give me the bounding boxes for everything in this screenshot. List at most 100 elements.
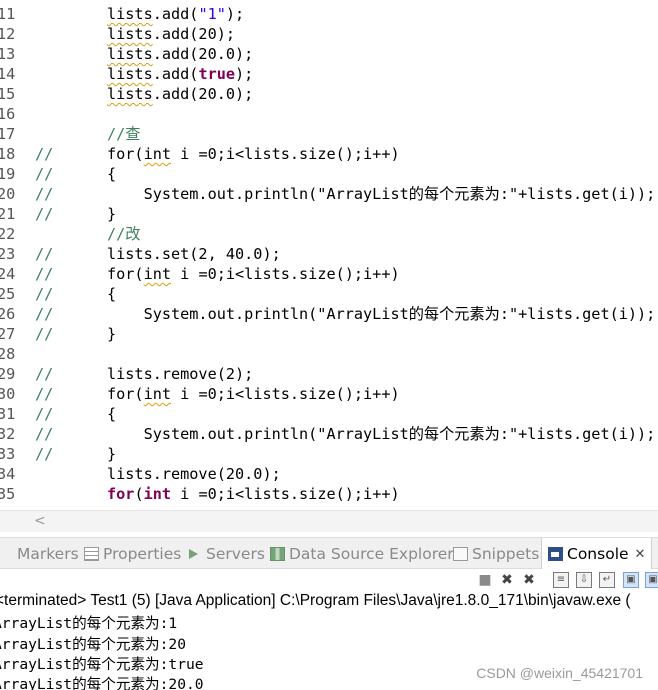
code-line: 23 // lists.set(2, 40.0); (0, 244, 658, 264)
code-line: 30 // for(int i =0;i<lists.size();i++) (0, 384, 658, 404)
code-line: 11 lists.add("1"); (0, 4, 658, 24)
line-comment-prefix: // (35, 365, 54, 383)
code-text: { (107, 284, 116, 304)
code-token: //改 (107, 225, 141, 243)
code-line: 20 // System.out.println("ArrayList的每个元素为… (0, 184, 658, 204)
console-toolbar: ■ ✖ ✖ ≡ ⇩ ↵ ▣ ▣ (0, 569, 658, 591)
code-line: 32 // System.out.println("ArrayList的每个元素为… (0, 424, 658, 444)
code-editor[interactable]: 11 lists.add("1"); 12 lists.add(20); 13 lists… (0, 0, 658, 510)
line-number: 21 (0, 205, 16, 223)
line-comment-prefix: // (35, 165, 54, 183)
show-console-on-error-icon[interactable]: ▣ (645, 572, 658, 588)
code-token: .add( (152, 65, 199, 83)
tab-snippets[interactable]: Snippets (453, 538, 539, 569)
code-line: 12 lists.add(20); (0, 24, 658, 44)
tab-data-source-explorer[interactable]: Data Source Explorer (270, 538, 454, 569)
code-token: for( (107, 145, 144, 163)
word-wrap-icon[interactable]: ↵ (599, 572, 615, 588)
console-output-line: ArrayList的每个元素为:20 (0, 636, 186, 653)
line-number: 33 (0, 445, 16, 463)
code-token: { (107, 285, 117, 303)
tab-markers[interactable]: Markers (0, 538, 79, 569)
line-number: 30 (0, 385, 16, 403)
line-comment-prefix: // (35, 285, 54, 303)
code-line: 25 // { (0, 284, 658, 304)
remove-all-terminated-icon[interactable]: ✖ (521, 572, 537, 588)
terminate-icon[interactable]: ■ (477, 572, 493, 588)
code-line: 19 // { (0, 164, 658, 184)
line-number: 26 (0, 305, 16, 323)
tab-snippets-label: Snippets (472, 544, 540, 563)
tab-servers[interactable]: Servers (187, 538, 265, 569)
line-number: 16 (0, 105, 16, 123)
code-text: System.out.println("ArrayList的每个元素为:"+li… (107, 304, 656, 324)
code-line: 14 lists.add(true); (0, 64, 658, 84)
line-number: 27 (0, 325, 16, 343)
code-line: 18 // for(int i =0;i<lists.size();i++) (0, 144, 658, 164)
line-comment-prefix: // (35, 405, 54, 423)
line-number: 22 (0, 225, 16, 243)
tab-console[interactable]: Console ✕ (541, 538, 653, 570)
code-token: int (143, 485, 172, 503)
tab-data-source-explorer-label: Data Source Explorer (289, 544, 454, 563)
tab-markers-label: Markers (17, 544, 79, 563)
code-line: 21 //} (0, 204, 658, 224)
code-token: ); (225, 5, 245, 23)
console-panel[interactable]: <terminated> Test1 (5) [Java Application… (0, 591, 658, 690)
code-text: lists.add("1"); (107, 4, 244, 24)
code-token: int (143, 385, 172, 403)
remove-launch-icon[interactable]: ✖ (499, 572, 515, 588)
tab-properties-label: Properties (103, 544, 182, 563)
code-text: System.out.println("ArrayList的每个元素为:"+li… (107, 184, 656, 204)
line-number: 17 (0, 125, 16, 143)
code-token: .add(20.0); (152, 45, 254, 63)
line-comment-prefix: // (35, 145, 54, 163)
code-text: for(int i =0;i<lists.size();i++) (107, 264, 400, 284)
code-token: lists (107, 65, 153, 83)
line-number: 23 (0, 245, 16, 263)
view-tab-bar: Markers Properties Servers Data Source E… (0, 537, 658, 570)
code-text: for(int i =0;i<lists.size();i++) (107, 484, 400, 504)
line-comment-prefix: // (35, 325, 54, 343)
code-token: { (107, 165, 117, 183)
line-number: 25 (0, 285, 16, 303)
code-token: .add(20); (152, 25, 236, 43)
console-icon (548, 547, 563, 561)
line-comment-prefix: // (35, 245, 54, 263)
markers-icon (0, 547, 13, 561)
code-line: 13 lists.add(20.0); (0, 44, 658, 64)
code-token: } (107, 445, 117, 463)
code-token: lists.remove(20.0); (107, 465, 281, 483)
tab-properties[interactable]: Properties (84, 538, 181, 569)
code-text: } (107, 324, 116, 344)
scroll-lock-icon[interactable]: ⇩ (576, 572, 592, 588)
line-number: 14 (0, 65, 16, 83)
line-comment-prefix: // (35, 445, 54, 463)
code-line: 28 (0, 344, 658, 364)
code-line: 26 // System.out.println("ArrayList的每个元素为… (0, 304, 658, 324)
close-icon[interactable]: ✕ (635, 547, 646, 562)
code-text: { (107, 164, 116, 184)
show-console-on-output-icon[interactable]: ▣ (623, 572, 639, 588)
clear-console-icon[interactable]: ≡ (553, 572, 569, 588)
code-line: 29 // lists.remove(2); (0, 364, 658, 384)
code-token: //查 (107, 125, 141, 143)
line-number: 29 (0, 365, 16, 383)
line-comment-prefix: // (35, 185, 54, 203)
code-line: 24 // for(int i =0;i<lists.size();i++) (0, 264, 658, 284)
line-number: 31 (0, 405, 16, 423)
code-token: .add( (152, 5, 199, 23)
line-number: 13 (0, 45, 16, 63)
line-number: 32 (0, 425, 16, 443)
code-text: for(int i =0;i<lists.size();i++) (107, 384, 400, 404)
code-text: //改 (107, 224, 140, 244)
code-line: 17 //查 (0, 124, 658, 144)
code-token: lists (107, 85, 153, 103)
code-line: 22 //改 (0, 224, 658, 244)
scroll-left-arrow-icon[interactable]: < (34, 513, 46, 529)
code-token: "1" (198, 5, 226, 23)
code-token: for( (107, 265, 144, 283)
code-token: true (198, 65, 236, 83)
code-line: 34 lists.remove(20.0); (0, 464, 658, 484)
editor-horizontal-scrollbar[interactable]: < (0, 510, 658, 532)
